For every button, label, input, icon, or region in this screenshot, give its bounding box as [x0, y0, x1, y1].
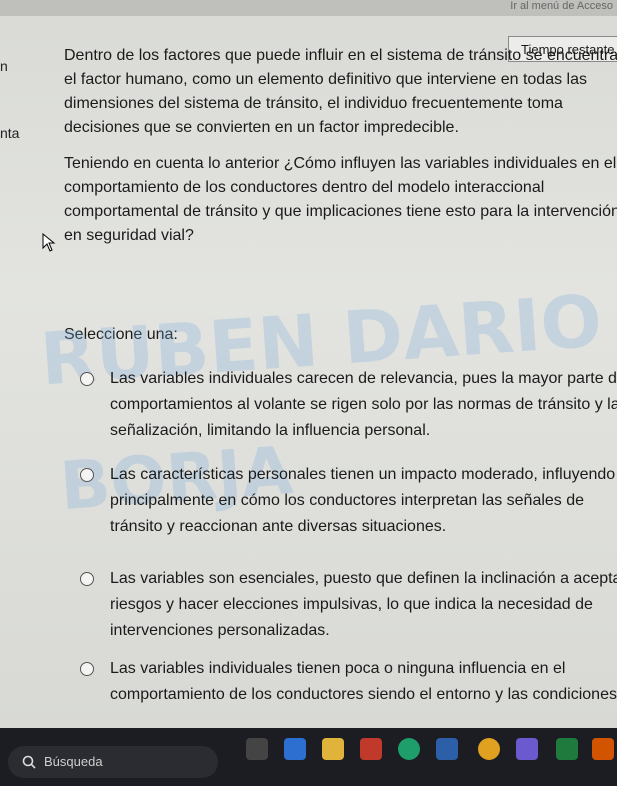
- mouse-cursor-icon: [42, 233, 56, 252]
- search-placeholder: Búsqueda: [44, 754, 103, 769]
- sidebar-fragment-bottom: nta: [0, 125, 20, 141]
- excel-icon[interactable]: [556, 738, 578, 760]
- question-paragraph-2: Teniendo en cuenta lo anterior ¿Cómo inf…: [64, 155, 617, 244]
- select-one-label: Seleccione una:: [64, 326, 178, 343]
- question-text: Dentro de los factores que puede influir…: [64, 44, 617, 248]
- radio-button[interactable]: [80, 468, 94, 482]
- answer-option-text: Las variables individuales tienen poca o…: [110, 660, 617, 703]
- teams-icon[interactable]: [516, 738, 538, 760]
- radio-button[interactable]: [80, 372, 94, 386]
- menu-access-link[interactable]: Ir al menú de Acceso: [510, 0, 613, 12]
- answer-option-text: Las variables individuales carecen de re…: [110, 370, 617, 439]
- task-view-icon[interactable]: [246, 738, 268, 760]
- edge-browser-icon[interactable]: [398, 738, 420, 760]
- answer-option-text: Las variables son esenciales, puesto que…: [110, 570, 617, 639]
- taskbar-search-box[interactable]: Búsqueda: [8, 746, 218, 778]
- answer-option-text: Las características personales tienen un…: [110, 466, 616, 535]
- search-icon: [22, 755, 36, 769]
- file-explorer-icon[interactable]: [322, 738, 344, 760]
- question-paragraph-1: Dentro de los factores que puede influir…: [64, 47, 617, 136]
- quiz-page: Ir al menú de Acceso Tiempo restante n n…: [0, 0, 617, 728]
- chrome-browser-icon[interactable]: [478, 738, 500, 760]
- store-icon[interactable]: [436, 738, 458, 760]
- powerpoint-icon[interactable]: [592, 738, 614, 760]
- radio-button[interactable]: [80, 572, 94, 586]
- widgets-icon[interactable]: [284, 738, 306, 760]
- windows-taskbar: Búsqueda: [0, 728, 617, 786]
- top-bar: Ir al menú de Acceso: [0, 0, 617, 16]
- media-player-icon[interactable]: [360, 738, 382, 760]
- radio-button[interactable]: [80, 662, 94, 676]
- sidebar-fragment-top: n: [0, 58, 8, 74]
